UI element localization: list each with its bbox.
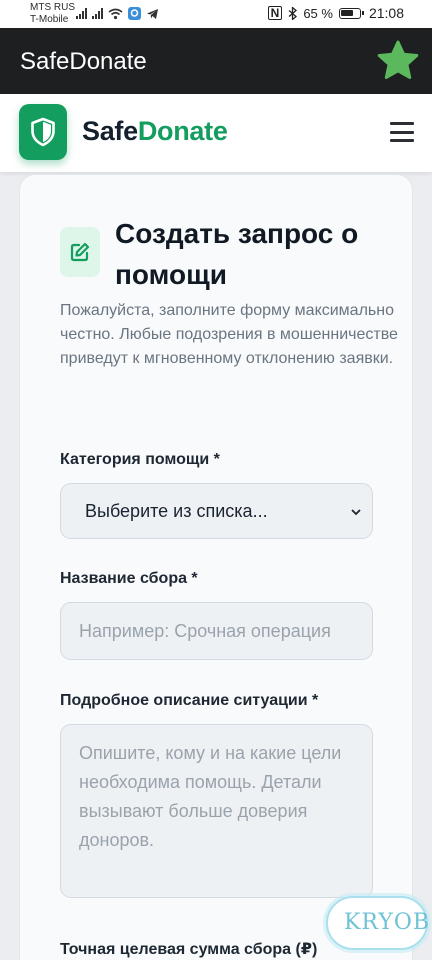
fundraiser-name-input[interactable] [60,602,373,660]
wifi-icon [108,8,123,19]
watermark-text: KRYOB [344,910,431,935]
description-textarea[interactable] [60,724,373,898]
category-select[interactable]: Выберите из списка... [60,483,373,539]
status-bar: MTS RUS T-Mobile N 65 % 21:08 [0,0,432,28]
signal-icon-2 [92,8,103,19]
category-selected-value: Выберите из списка... [85,500,268,521]
app-bar: SafeDonate [0,28,432,94]
help-request-form: Создать запрос о помощи Пожалуйста, запо… [19,174,413,960]
battery-percent: 65 % [303,5,333,21]
clock: 21:08 [368,5,404,21]
category-label: Категория помощи * [60,451,220,468]
amount-label: Точная целевая сумма сбора (₽) [60,941,318,958]
favorite-star-icon[interactable] [376,39,420,83]
shield-icon [31,117,55,147]
name-label: Название сбора * [60,570,198,587]
status-right: N 65 % 21:08 [267,5,404,21]
form-title: Создать запрос о помощи [115,218,359,290]
nfc-icon: N [267,6,283,20]
brand-logo-text[interactable]: SafeDonate [82,116,228,147]
app-title: SafeDonate [20,48,147,75]
chevron-down-icon [351,509,361,516]
watermark: KRYOB [320,888,432,954]
site-header: SafeDonate [0,94,432,172]
carrier-1: MTS RUS [30,2,75,13]
form-intro: Пожалуйста, заполните форму максимально … [60,302,398,367]
signal-icon [76,8,87,19]
app-notification-icon [128,7,141,20]
brand-part-1: Safe [82,116,138,146]
telegram-icon [147,8,158,19]
menu-icon[interactable] [390,122,414,142]
carrier-2: T-Mobile [30,14,69,25]
battery-icon [338,7,364,19]
bluetooth-icon [288,6,298,20]
edit-icon [60,227,100,277]
status-icons [76,7,159,20]
brand-part-2: Donate [137,116,228,146]
logo[interactable] [19,104,67,160]
carrier-info: MTS RUS T-Mobile [30,2,75,26]
description-label: Подробное описание ситуации * [60,692,319,709]
